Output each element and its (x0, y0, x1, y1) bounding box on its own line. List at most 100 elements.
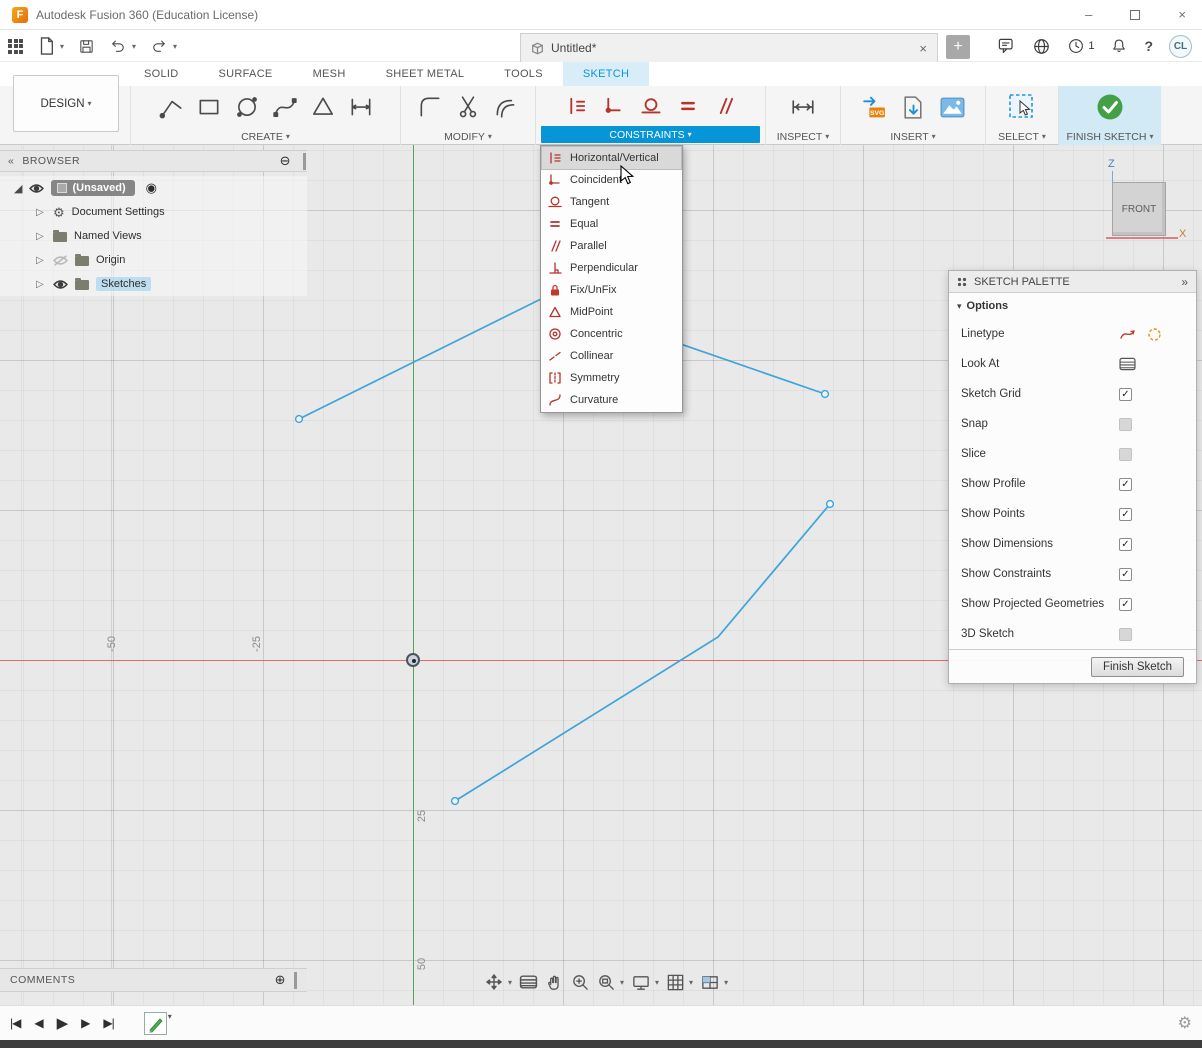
close-button[interactable]: × (1178, 8, 1186, 21)
visibility-eye-icon[interactable] (53, 279, 68, 290)
create-menu-label[interactable]: CREATE (131, 128, 400, 145)
hidden-eye-icon[interactable] (53, 254, 68, 266)
grid-settings-button[interactable] (666, 973, 693, 992)
tab-mesh[interactable]: MESH (293, 62, 366, 86)
browser-item-origin[interactable]: ▷ Origin (0, 248, 307, 272)
palette-collapse-icon[interactable]: » (1181, 275, 1188, 289)
feedback-comment-icon[interactable] (997, 37, 1016, 56)
circle-tool-icon[interactable] (234, 94, 260, 120)
new-tab-button[interactable]: + (946, 35, 970, 59)
zoom-button[interactable] (571, 973, 590, 992)
insert-canvas-image-icon[interactable] (939, 94, 966, 121)
options-section-header[interactable]: Options (949, 293, 1196, 319)
redo-button[interactable] (150, 37, 177, 55)
line-tool-icon[interactable] (158, 94, 184, 120)
show-points-checkbox[interactable]: ✓ (1119, 507, 1132, 521)
display-settings-button[interactable] (631, 973, 659, 992)
insert-menu-label[interactable]: INSERT (841, 128, 985, 145)
equal-constraint-icon[interactable] (678, 96, 698, 116)
user-avatar[interactable]: CL (1169, 34, 1192, 58)
browser-header[interactable]: « BROWSER ⊖ (0, 150, 307, 172)
tab-close-icon[interactable]: × (919, 41, 927, 56)
browser-scrollbar[interactable] (303, 153, 306, 170)
menu-item-perpendicular[interactable]: Perpendicular (542, 257, 681, 279)
sketch-grid-checkbox[interactable]: ✓ (1119, 387, 1132, 401)
job-status-clock[interactable]: 1 (1067, 37, 1094, 55)
tangent-constraint-icon[interactable] (641, 96, 661, 116)
zoom-window-button[interactable] (597, 973, 624, 992)
sketch-palette-header[interactable]: SKETCH PALETTE » (949, 271, 1196, 293)
tab-tools[interactable]: TOOLS (484, 62, 563, 86)
constraints-menu-button[interactable]: CONSTRAINTS (541, 126, 760, 143)
viewports-button[interactable] (700, 973, 728, 992)
online-status-globe-icon[interactable] (1032, 37, 1051, 56)
menu-item-collinear[interactable]: Collinear (542, 345, 681, 367)
menu-item-concentric[interactable]: Concentric (542, 323, 681, 345)
file-menu-button[interactable] (37, 36, 64, 56)
workspace-selector[interactable]: DESIGN (13, 75, 119, 132)
minimize-button[interactable]: – (1085, 8, 1092, 21)
save-button[interactable] (78, 38, 95, 55)
document-tab[interactable]: Untitled* × (521, 34, 937, 62)
expand-icon[interactable]: ▷ (36, 279, 46, 290)
construction-linetype-icon[interactable] (1147, 327, 1162, 342)
settings-gear-icon[interactable]: ⚙ (1178, 1013, 1192, 1033)
menu-item-curvature[interactable]: Curvature (542, 389, 681, 411)
insert-mesh-icon[interactable] (900, 94, 927, 121)
play-button[interactable]: ▶ (57, 1014, 69, 1032)
tab-sketch[interactable]: SKETCH (562, 62, 650, 86)
inspect-menu-label[interactable]: INSPECT (766, 128, 840, 145)
document-root-pill[interactable]: (Unsaved) (51, 180, 135, 196)
notifications-bell-icon[interactable] (1110, 37, 1128, 55)
step-back-button[interactable]: ◀ (34, 1016, 43, 1030)
dimension-tool-icon[interactable] (348, 94, 374, 120)
browser-item-document-settings[interactable]: ▷ ⚙ Document Settings (0, 200, 307, 224)
measure-tool-icon[interactable] (790, 94, 816, 120)
trim-scissors-icon[interactable] (455, 94, 481, 120)
fillet-tool-icon[interactable] (417, 94, 443, 120)
snap-checkbox[interactable] (1119, 417, 1132, 431)
select-tool-icon[interactable] (1007, 92, 1037, 122)
help-icon[interactable]: ? (1144, 38, 1153, 54)
menu-item-parallel[interactable]: Parallel (542, 235, 681, 257)
slice-checkbox[interactable] (1119, 447, 1132, 461)
menu-item-horizontal-vertical[interactable]: Horizontal/Vertical (541, 146, 682, 170)
rectangle-tool-icon[interactable] (196, 94, 222, 120)
menu-item-tangent[interactable]: Tangent (542, 191, 681, 213)
tab-surface[interactable]: SURFACE (199, 62, 293, 86)
viewcube-front-face[interactable]: FRONT (1112, 182, 1166, 236)
menu-item-midpoint[interactable]: MidPoint (542, 301, 681, 323)
select-menu-label[interactable]: SELECT (986, 128, 1058, 145)
viewcube[interactable]: Z FRONT X (1100, 158, 1196, 250)
show-constraints-checkbox[interactable]: ✓ (1119, 567, 1132, 581)
app-grid-icon[interactable] (8, 38, 23, 54)
menu-item-symmetry[interactable]: Symmetry (542, 367, 681, 389)
comments-panel[interactable]: COMMENTS ⊕ (0, 968, 307, 992)
expand-icon[interactable]: ▷ (36, 255, 46, 266)
horizontal-vertical-constraint-icon[interactable] (567, 96, 587, 116)
add-comment-icon[interactable]: ⊕ (275, 972, 286, 988)
skip-to-start-button[interactable]: |◀ (10, 1016, 21, 1030)
insert-svg-icon[interactable]: SVG (861, 94, 888, 121)
expand-icon[interactable]: ▷ (36, 207, 46, 218)
polygon-tool-icon[interactable] (310, 94, 336, 120)
feature-dropdown-caret[interactable]: ▾ (168, 1012, 172, 1021)
timeline-sketch-feature[interactable]: ▾ (143, 1011, 172, 1035)
look-at-button[interactable] (519, 974, 538, 990)
tab-sheet-metal[interactable]: SHEET METAL (366, 62, 485, 86)
browser-root-row[interactable]: ◢ (Unsaved) ◉ (0, 176, 307, 200)
step-forward-button[interactable]: ▶ (81, 1016, 90, 1030)
look-at-icon[interactable] (1119, 357, 1136, 371)
pan-hand-button[interactable] (545, 973, 564, 992)
browser-collapse-icon[interactable]: « (8, 155, 14, 167)
skip-to-end-button[interactable]: ▶| (103, 1016, 114, 1030)
origin-point[interactable] (406, 653, 420, 667)
coincident-constraint-icon[interactable] (604, 96, 624, 116)
comments-scrollbar[interactable] (294, 971, 297, 989)
activate-radio-icon[interactable]: ◉ (146, 180, 157, 196)
pan-tool-button[interactable] (484, 972, 512, 992)
parallel-constraint-icon[interactable] (715, 96, 735, 116)
finish-sketch-icon[interactable] (1095, 92, 1125, 122)
3d-sketch-checkbox[interactable] (1119, 627, 1132, 641)
browser-item-sketches[interactable]: ▷ Sketches (0, 272, 307, 296)
